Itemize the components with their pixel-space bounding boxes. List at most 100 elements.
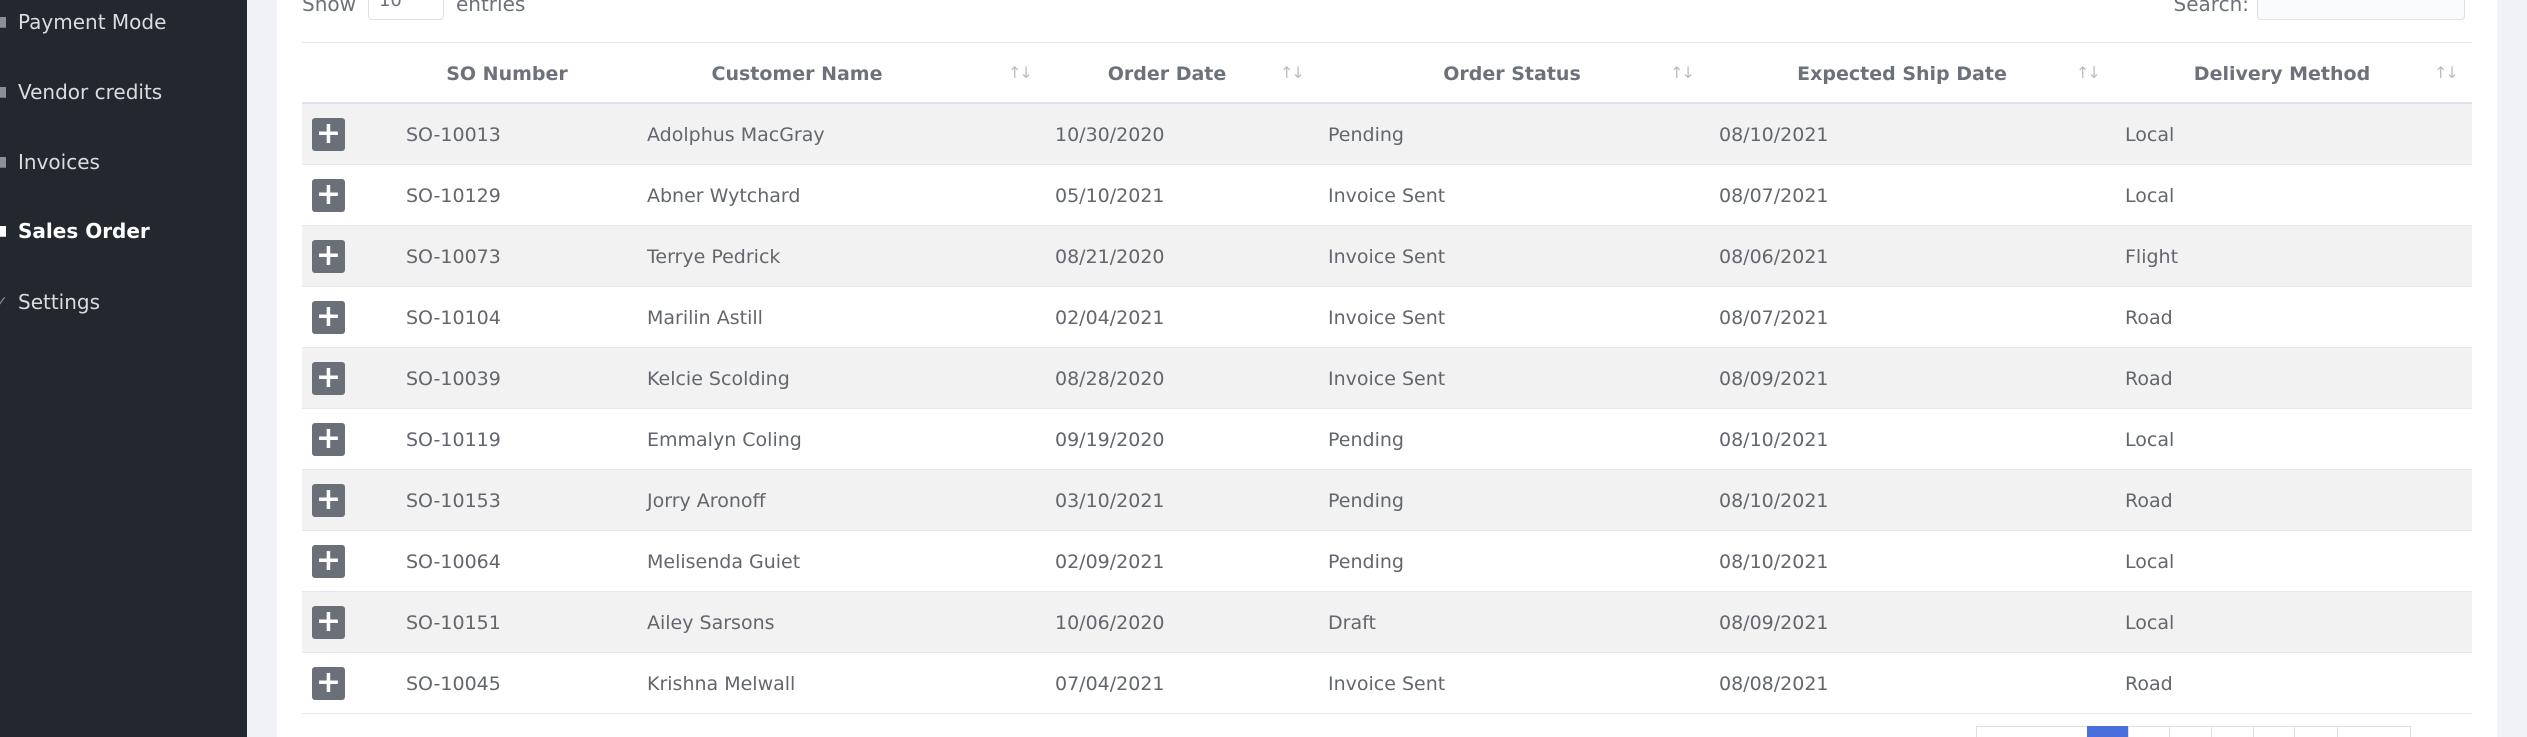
sort-icon[interactable]: ↑↓ (2434, 63, 2459, 82)
sales-order-table: SO Number Customer Name ↑↓ Order Date ↑↓… (302, 42, 2472, 714)
expand-row-button[interactable]: + (312, 545, 345, 578)
order-date-cell: 02/04/2021 (1055, 306, 1165, 329)
customer-name-cell: Melisenda Guiet (647, 550, 801, 573)
order-date-cell: 10/30/2020 (1055, 123, 1165, 146)
order-status-cell: Invoice Sent (1328, 306, 1446, 329)
sort-icon[interactable]: ↑↓ (1008, 63, 1033, 82)
expand-row-button[interactable]: + (312, 667, 345, 700)
page-3-button[interactable] (2169, 726, 2212, 737)
order-status-cell: Pending (1328, 489, 1404, 512)
expand-row-button[interactable]: + (312, 423, 345, 456)
column-label: Delivery Method (2193, 63, 2371, 85)
customer-name-cell: Marilin Astill (647, 306, 763, 329)
expand-row-button[interactable]: + (312, 362, 345, 395)
customer-name-cell: Terrye Pedrick (647, 245, 781, 268)
settings-icon: ✓ (0, 295, 6, 309)
expand-row-button[interactable]: + (312, 240, 345, 273)
customer-name-cell: Krishna Melwall (647, 672, 796, 695)
column-so-number[interactable]: SO Number (402, 43, 612, 105)
customer-name-cell: Abner Wytchard (647, 184, 801, 207)
expand-row-button[interactable]: + (312, 179, 345, 212)
column-order-status[interactable]: Order Status (1322, 43, 1702, 105)
customer-name-cell: Kelcie Scolding (647, 367, 790, 390)
delivery-method-cell: Road (2125, 489, 2173, 512)
invoice-icon: ■ (0, 155, 6, 169)
column-label: Order Status (1443, 63, 1581, 85)
delivery-method-cell: Local (2125, 184, 2175, 207)
page-6-button[interactable] (2294, 726, 2338, 737)
table-row: + SO-10045 Krishna Melwall 07/04/2021 In… (302, 653, 2472, 714)
order-date-cell: 05/10/2021 (1055, 184, 1165, 207)
column-delivery-method[interactable]: Delivery Method (2112, 43, 2452, 105)
page-1-button[interactable] (2087, 726, 2129, 737)
column-label: Order Date (1107, 63, 1227, 85)
ship-date-cell: 08/10/2021 (1719, 428, 1829, 451)
sales-order-icon: ■ (0, 224, 6, 238)
next-page-button[interactable] (2337, 726, 2411, 737)
delivery-method-cell: Flight (2125, 245, 2179, 268)
sidebar-item-label: Invoices (18, 150, 100, 174)
column-label: SO Number (446, 63, 568, 85)
table-header: SO Number Customer Name ↑↓ Order Date ↑↓… (302, 42, 2472, 104)
page-length-select[interactable]: 10 (367, 0, 444, 20)
ship-date-cell: 08/10/2021 (1719, 123, 1829, 146)
order-status-cell: Draft (1328, 611, 1376, 634)
order-date-cell: 10/06/2020 (1055, 611, 1165, 634)
order-status-cell: Invoice Sent (1328, 245, 1446, 268)
sort-icon[interactable]: ↑↓ (1670, 63, 1695, 82)
order-status-cell: Pending (1328, 123, 1404, 146)
expand-row-button[interactable]: + (312, 606, 345, 639)
table-row: + SO-10064 Melisenda Guiet 02/09/2021 Pe… (302, 531, 2472, 592)
sidebar-item-invoices[interactable]: ■ Invoices (0, 142, 100, 182)
customer-name-cell: Jorry Aronoff (647, 489, 766, 512)
table-row: + SO-10039 Kelcie Scolding 08/28/2020 In… (302, 348, 2472, 409)
credit-icon: ■ (0, 85, 6, 99)
delivery-method-cell: Local (2125, 428, 2175, 451)
sort-icon[interactable]: ↑↓ (1280, 63, 1305, 82)
customer-name-cell: Emmalyn Coling (647, 428, 802, 451)
page-4-button[interactable] (2211, 726, 2254, 737)
order-status-cell: Invoice Sent (1328, 672, 1446, 695)
table-row: + SO-10104 Marilin Astill 02/04/2021 Inv… (302, 287, 2472, 348)
table-row: + SO-10153 Jorry Aronoff 03/10/2021 Pend… (302, 470, 2472, 531)
ship-date-cell: 08/07/2021 (1719, 184, 1829, 207)
delivery-method-cell: Road (2125, 306, 2173, 329)
ship-date-cell: 08/10/2021 (1719, 550, 1829, 573)
search-label: Search: (2173, 0, 2249, 16)
sidebar-item-label: Payment Mode (18, 10, 167, 34)
order-status-cell: Invoice Sent (1328, 184, 1446, 207)
delivery-method-cell: Road (2125, 367, 2173, 390)
customer-name-cell: Ailey Sarsons (647, 611, 775, 634)
pagination (1976, 726, 2411, 737)
expand-row-button[interactable]: + (312, 484, 345, 517)
page-2-button[interactable] (2128, 726, 2170, 737)
table-row: + SO-10013 Adolphus MacGray 10/30/2020 P… (302, 104, 2472, 165)
column-order-date[interactable]: Order Date (1047, 43, 1287, 105)
show-label: Show (302, 0, 356, 16)
column-customer-name[interactable]: Customer Name (632, 43, 962, 105)
sort-icon[interactable]: ↑↓ (2076, 63, 2101, 82)
table-row: + SO-10119 Emmalyn Coling 09/19/2020 Pen… (302, 409, 2472, 470)
ship-date-cell: 08/10/2021 (1719, 489, 1829, 512)
expand-row-button[interactable]: + (312, 301, 345, 334)
so-number-cell: SO-10153 (406, 489, 501, 512)
so-number-cell: SO-10104 (406, 306, 501, 329)
expand-row-button[interactable]: + (312, 118, 345, 151)
sidebar-item-settings[interactable]: ✓ Settings (0, 282, 100, 322)
order-date-cell: 08/21/2020 (1055, 245, 1165, 268)
ship-date-cell: 08/07/2021 (1719, 306, 1829, 329)
table-row: + SO-10151 Ailey Sarsons 10/06/2020 Draf… (302, 592, 2472, 653)
sidebar-item-vendor-credits[interactable]: ■ Vendor credits (0, 72, 162, 112)
page-5-button[interactable] (2253, 726, 2295, 737)
payment-icon: ■ (0, 15, 6, 29)
ship-date-cell: 08/09/2021 (1719, 367, 1829, 390)
customer-name-cell: Adolphus MacGray (647, 123, 825, 146)
so-number-cell: SO-10039 (406, 367, 501, 390)
search-input[interactable] (2257, 0, 2465, 20)
column-expected-ship-date[interactable]: Expected Ship Date (1712, 43, 2092, 105)
previous-page-button[interactable] (1976, 726, 2088, 737)
so-number-cell: SO-10013 (406, 123, 501, 146)
order-date-cell: 03/10/2021 (1055, 489, 1165, 512)
sidebar-item-payment-mode[interactable]: ■ Payment Mode (0, 2, 166, 42)
sidebar-item-sales-order[interactable]: ■ Sales Order (0, 211, 150, 251)
